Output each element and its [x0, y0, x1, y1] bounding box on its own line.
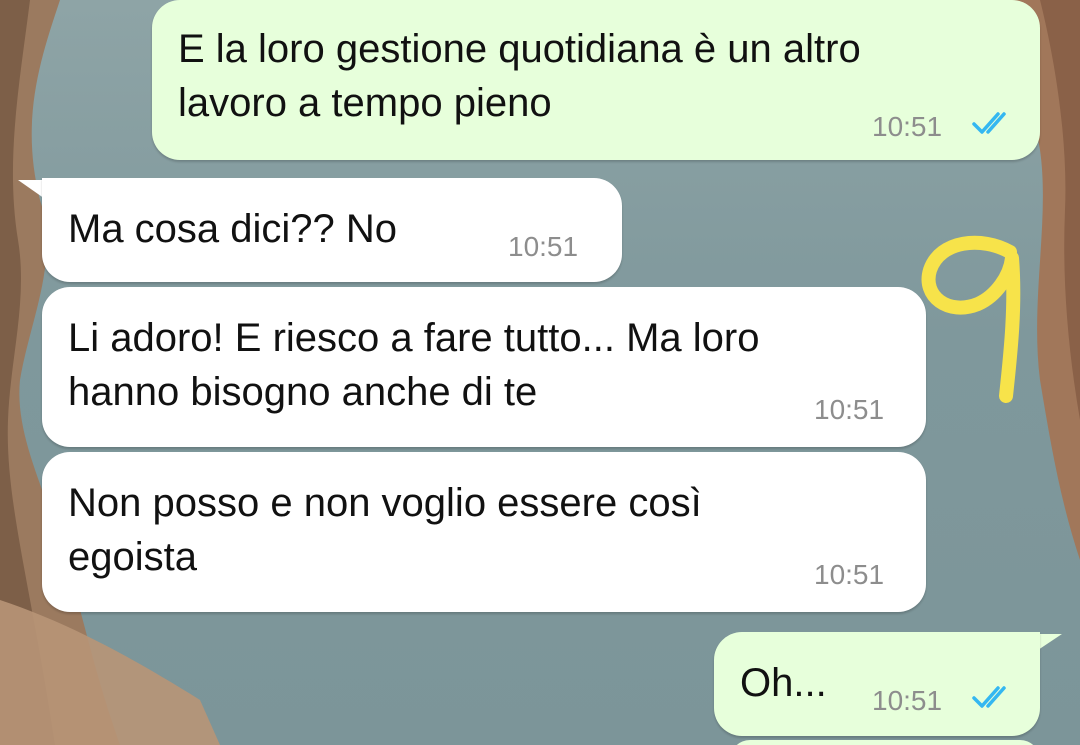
- message-bubble-outgoing[interactable]: E la loro gestione quotidiana è un altro…: [152, 0, 1040, 160]
- message-timestamp: 10:51: [872, 685, 943, 716]
- message-bubble-incoming[interactable]: Li adoro! E riesco a fare tutto... Ma lo…: [42, 287, 926, 447]
- message-timestamp: 10:51: [872, 111, 943, 142]
- double-check-icon: [972, 686, 1006, 708]
- message-bubble-incoming[interactable]: Non posso e non voglio essere così egois…: [42, 452, 926, 612]
- handwritten-nine-annotation: [921, 235, 1021, 403]
- double-check-icon: [972, 112, 1006, 134]
- message-bubble-partial: [730, 740, 1040, 745]
- message-text: E la loro gestione quotidiana è un altro…: [178, 27, 861, 125]
- message-timestamp: 10:51: [508, 231, 579, 262]
- message-text: Li adoro! E riesco a fare tutto... Ma lo…: [68, 316, 760, 414]
- message-timestamp: 10:51: [814, 394, 885, 425]
- message-bubble-outgoing[interactable]: Oh... 10:51: [714, 632, 1040, 736]
- message-text: Non posso e non voglio essere così egois…: [68, 481, 702, 579]
- chat-screen: E la loro gestione quotidiana è un altro…: [0, 0, 1080, 745]
- message-text: Ma cosa dici?? No: [68, 207, 398, 251]
- message-timestamp: 10:51: [814, 559, 885, 590]
- message-bubble-incoming[interactable]: Ma cosa dici?? No 10:51: [42, 178, 622, 282]
- message-text: Oh...: [740, 661, 827, 705]
